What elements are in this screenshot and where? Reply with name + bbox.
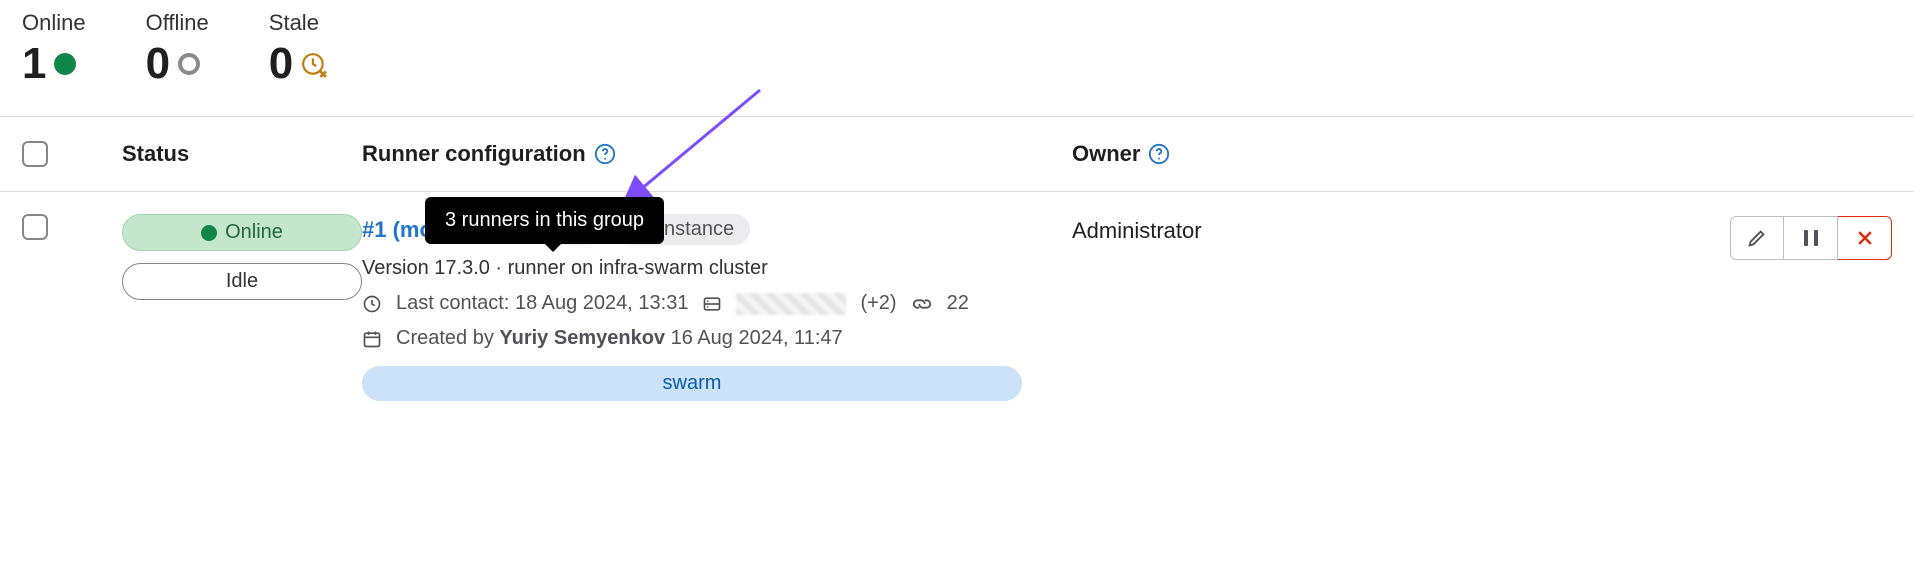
col-config: Runner configuration bbox=[362, 141, 586, 167]
edit-button[interactable] bbox=[1730, 216, 1784, 260]
stat-stale-value: 0 bbox=[269, 42, 293, 86]
ip-redacted bbox=[736, 293, 846, 315]
col-owner: Owner bbox=[1072, 141, 1140, 167]
runner-tag[interactable]: swarm bbox=[362, 366, 1022, 401]
stat-online-value: 1 bbox=[22, 42, 46, 86]
stat-online[interactable]: Online 1 bbox=[22, 10, 86, 86]
status-idle-badge: Idle bbox=[122, 263, 362, 300]
help-icon[interactable] bbox=[594, 143, 616, 165]
status-online-label: Online bbox=[225, 221, 283, 244]
ip-plus-count: (+2) bbox=[860, 292, 896, 315]
delete-button[interactable] bbox=[1838, 216, 1892, 260]
owner[interactable]: Administrator bbox=[1072, 214, 1392, 244]
server-icon bbox=[702, 294, 722, 314]
stat-offline[interactable]: Offline 0 bbox=[146, 10, 209, 86]
runner-stats: Online 1 Offline 0 Stale 0 bbox=[0, 0, 1914, 117]
stat-offline-label: Offline bbox=[146, 10, 209, 36]
select-all-checkbox[interactable] bbox=[22, 141, 48, 167]
table-row: Online Idle #1 (mona1dpix) 3 Instance Ve… bbox=[0, 192, 1914, 423]
created-by: Created by Yuriy Semyenkov 16 Aug 2024, … bbox=[396, 327, 843, 350]
online-dot-icon bbox=[201, 225, 217, 241]
row-checkbox[interactable] bbox=[22, 214, 48, 240]
help-icon[interactable] bbox=[1148, 143, 1170, 165]
link-icon bbox=[911, 294, 933, 314]
close-icon bbox=[1855, 228, 1875, 248]
runner-scope-label: Instance bbox=[659, 218, 735, 241]
runner-description: Version 17.3.0 · runner on infra-swarm c… bbox=[362, 257, 1072, 280]
pause-icon bbox=[1802, 228, 1820, 248]
stat-online-label: Online bbox=[22, 10, 86, 36]
offline-dot-icon bbox=[178, 53, 200, 75]
stat-offline-value: 0 bbox=[146, 42, 170, 86]
tooltip: 3 runners in this group bbox=[425, 197, 664, 244]
pencil-icon bbox=[1746, 227, 1768, 249]
clock-icon bbox=[362, 294, 382, 314]
table-header: Status Runner configuration Owner bbox=[0, 117, 1914, 192]
pause-button[interactable] bbox=[1784, 216, 1838, 260]
calendar-icon bbox=[362, 329, 382, 349]
stat-stale-label: Stale bbox=[269, 10, 327, 36]
last-contact: Last contact: 18 Aug 2024, 13:31 bbox=[396, 292, 688, 315]
col-status: Status bbox=[122, 141, 362, 167]
jobs-count: 22 bbox=[947, 292, 969, 315]
status-online-badge: Online bbox=[122, 214, 362, 251]
stat-stale[interactable]: Stale 0 bbox=[269, 10, 327, 86]
stale-clock-icon bbox=[301, 42, 327, 86]
status-idle-label: Idle bbox=[226, 270, 258, 293]
online-dot-icon bbox=[54, 53, 76, 75]
